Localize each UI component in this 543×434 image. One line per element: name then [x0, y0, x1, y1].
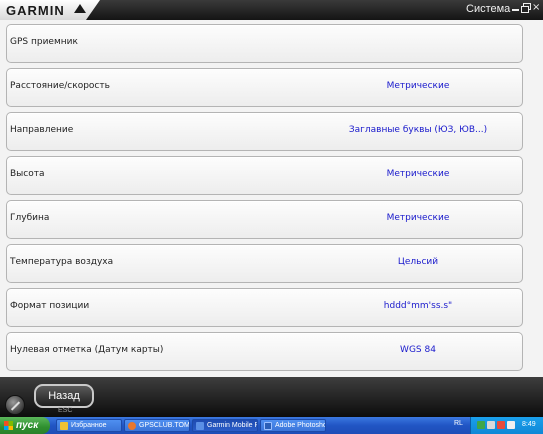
taskbar-item-gpsclub[interactable]: GPSCLUB.TOMS... [124, 419, 190, 432]
setting-row-gps-receiver[interactable]: GPS приемник [6, 24, 523, 63]
restore-icon[interactable] [521, 3, 531, 13]
setting-row-position-format[interactable]: Формат позиции hddd°mm'ss.s" [6, 288, 523, 327]
setting-row-air-temperature[interactable]: Температура воздуха Цельсий [6, 244, 523, 283]
setting-value: Метрические [386, 213, 450, 223]
setting-label: Расстояние/скорость [10, 81, 110, 91]
taskbar-item-photoshop[interactable]: Adobe Photoshop [260, 419, 326, 432]
setting-value: Цельсий [397, 257, 439, 267]
taskbar-item-label: GPSCLUB.TOMS... [139, 422, 190, 429]
setting-label: Нулевая отметка (Датум карты) [10, 345, 164, 355]
setting-row-heading[interactable]: Направление Заглавные буквы (ЮЗ, ЮВ...) [6, 112, 523, 151]
garmin-logo-icon [74, 4, 86, 13]
photoshop-icon [264, 422, 272, 430]
close-icon[interactable]: × [532, 3, 541, 13]
setting-row-altitude[interactable]: Высота Метрические [6, 156, 523, 195]
setting-value: Метрические [386, 169, 450, 179]
clock: 8:49 [522, 421, 536, 428]
tray-security-icon[interactable] [497, 421, 505, 429]
taskbar-item-favorites[interactable]: Избранное [56, 419, 122, 432]
minimize-icon[interactable] [511, 3, 520, 12]
settings-list: GPS приемник Расстояние/скорость Метриче… [0, 20, 543, 377]
garmin-logo-text: GARMIN [6, 3, 65, 18]
taskbar: пуск Избранное GPSCLUB.TOMS... Garmin Mo… [0, 417, 543, 434]
setting-value: hddd°mm'ss.s" [383, 301, 453, 311]
setting-label: Направление [10, 125, 74, 135]
title-bar: GARMIN Система × [0, 0, 543, 20]
setting-value: Метрические [386, 81, 450, 91]
setting-value: WGS 84 [400, 345, 436, 355]
setting-row-distance-speed[interactable]: Расстояние/скорость Метрические [6, 68, 523, 107]
setting-label: Высота [10, 169, 45, 179]
firefox-icon [128, 422, 136, 430]
bottom-bar: Назад ESC [0, 377, 543, 417]
taskbar-item-label: Избранное [71, 422, 107, 429]
tray-app-icon[interactable] [477, 421, 485, 429]
setting-label: Формат позиции [10, 301, 90, 311]
taskbar-item-garmin-mobile-pc[interactable]: Garmin Mobile PC [192, 419, 258, 432]
taskbar-item-label: Garmin Mobile PC [207, 422, 257, 429]
taskbar-item-label: Adobe Photoshop [275, 422, 326, 429]
tray-network-icon[interactable] [487, 421, 495, 429]
language-indicator[interactable]: RL [454, 420, 463, 427]
back-button[interactable]: Назад [34, 384, 94, 408]
setting-value: Заглавные буквы (ЮЗ, ЮВ...) [348, 125, 488, 135]
setting-label: Глубина [10, 213, 50, 223]
setting-label: GPS приемник [10, 37, 78, 47]
garmin-logo: GARMIN [0, 0, 100, 20]
tray-volume-icon[interactable] [507, 421, 515, 429]
setting-label: Температура воздуха [10, 257, 114, 267]
setting-row-depth[interactable]: Глубина Метрические [6, 200, 523, 239]
start-label: пуск [16, 420, 39, 431]
esc-label: ESC [58, 407, 73, 414]
windows-flag-icon [4, 421, 13, 430]
setting-row-map-datum[interactable]: Нулевая отметка (Датум карты) WGS 84 [6, 332, 523, 371]
gps-round-icon[interactable] [5, 395, 25, 415]
garmin-app-icon [196, 422, 204, 430]
folder-icon [60, 422, 68, 430]
window-title: Система [466, 3, 511, 15]
start-button[interactable]: пуск [0, 417, 50, 434]
